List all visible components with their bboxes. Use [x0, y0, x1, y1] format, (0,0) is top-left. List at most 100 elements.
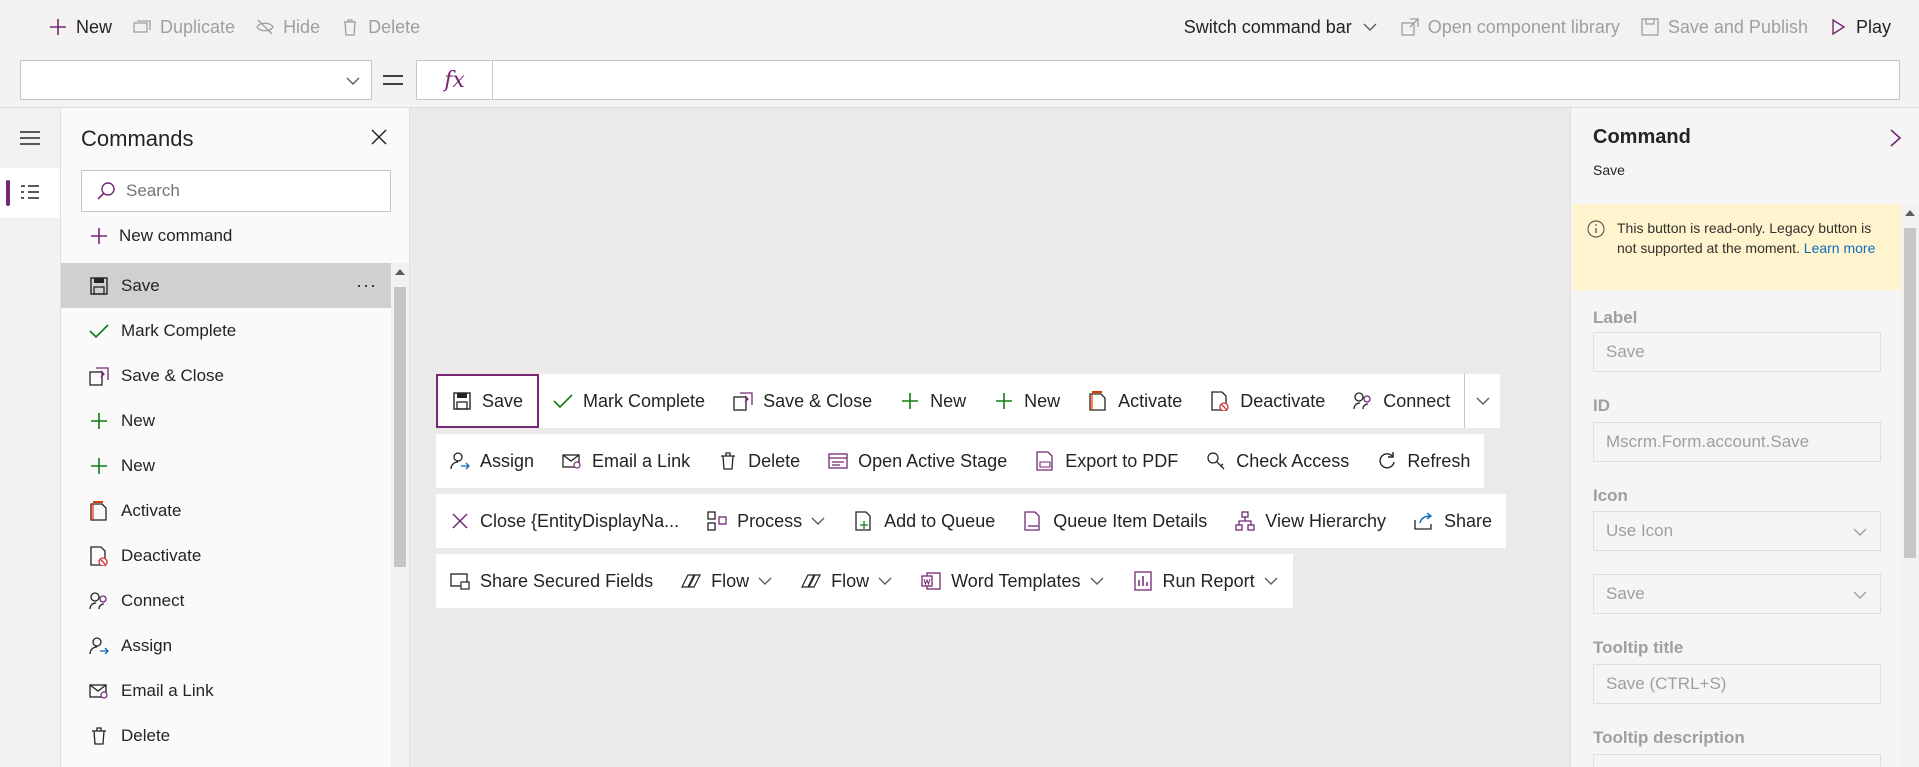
canvas-mark-complete-button[interactable]: Mark Complete: [539, 374, 719, 428]
canvas: Save Mark Complete Save & Close New New …: [410, 108, 1570, 767]
canvas-save-button[interactable]: Save: [436, 374, 540, 428]
list-item-connect[interactable]: Connect: [61, 578, 391, 623]
button-label: View Hierarchy: [1265, 510, 1387, 531]
more-options-icon[interactable]: ···: [356, 275, 377, 296]
checkmark-icon: [553, 391, 573, 411]
list-item-new[interactable]: New: [61, 398, 391, 443]
list-item-activate[interactable]: Activate: [61, 488, 391, 533]
canvas-flow-button[interactable]: Flow: [667, 554, 787, 608]
property-dropdown[interactable]: [20, 60, 372, 100]
canvas-check-access-button[interactable]: Check Access: [1192, 434, 1363, 488]
list-item-label: New: [121, 455, 156, 475]
canvas-assign-button[interactable]: Assign: [436, 434, 548, 488]
info-icon: [1587, 220, 1605, 238]
canvas-deactivate-button[interactable]: Deactivate: [1196, 374, 1339, 428]
canvas-queue-item-details-button[interactable]: Queue Item Details: [1009, 494, 1221, 548]
canvas-share-secured-fields-button[interactable]: Share Secured Fields: [436, 554, 667, 608]
canvas-open-active-stage-button[interactable]: Open Active Stage: [814, 434, 1021, 488]
canvas-add-to-queue-button[interactable]: Add to Queue: [840, 494, 1009, 548]
new-button[interactable]: New: [38, 0, 122, 54]
list-item-assign[interactable]: Assign: [61, 623, 391, 668]
hide-button[interactable]: Hide: [245, 0, 330, 54]
list-item-mark-complete[interactable]: Mark Complete: [61, 308, 391, 353]
canvas-process-button[interactable]: Process: [693, 494, 840, 548]
chevron-down-icon: [1263, 573, 1279, 589]
formula-bar: fx: [0, 54, 1919, 108]
scroll-up-icon[interactable]: [395, 269, 405, 275]
id-input-value: Mscrm.Form.account.Save: [1606, 432, 1810, 451]
panel-scrollbar[interactable]: [1901, 204, 1919, 767]
canvas-run-report-button[interactable]: Run Report: [1119, 554, 1293, 608]
hamburger-icon[interactable]: [20, 130, 40, 146]
learn-more-link[interactable]: Learn more: [1804, 240, 1876, 256]
scrollbar-thumb[interactable]: [1904, 228, 1916, 558]
new-command-label: New command: [119, 226, 233, 245]
save-icon: [452, 391, 472, 411]
plus-icon: [994, 391, 1014, 411]
fx-button[interactable]: fx: [417, 61, 493, 99]
canvas-new-button[interactable]: New: [886, 374, 980, 428]
assign-icon: [450, 451, 470, 471]
duplicate-button[interactable]: Duplicate: [122, 0, 245, 54]
label-input-value: Save: [1606, 342, 1645, 361]
share-icon: [1414, 511, 1434, 531]
close-icon[interactable]: [370, 128, 388, 146]
canvas-view-hierarchy-button[interactable]: View Hierarchy: [1221, 494, 1400, 548]
canvas-save-close-button[interactable]: Save & Close: [719, 374, 886, 428]
delete-button[interactable]: Delete: [330, 0, 430, 54]
add-queue-icon: [854, 511, 874, 531]
save-and-publish-label: Save and Publish: [1667, 16, 1808, 37]
chevron-right-icon[interactable]: [1889, 128, 1903, 148]
tooltip-title-label: Tooltip title: [1593, 638, 1684, 657]
canvas-delete-button[interactable]: Delete: [704, 434, 814, 488]
plus-icon: [89, 411, 109, 431]
activate-icon: [89, 500, 109, 521]
tree-view-tab[interactable]: [0, 168, 60, 218]
readonly-notice: This button is read-only. Legacy button …: [1573, 204, 1903, 290]
button-label: New: [930, 390, 967, 411]
chevron-down-icon: [1475, 393, 1491, 409]
scroll-up-icon[interactable]: [1905, 210, 1915, 216]
overflow-chevron-button[interactable]: [1464, 374, 1500, 428]
list-item-save[interactable]: Save ···: [61, 263, 391, 308]
list-item-delete[interactable]: Delete: [61, 713, 391, 758]
canvas-email-link-button[interactable]: Email a Link: [548, 434, 704, 488]
id-input: Mscrm.Form.account.Save: [1593, 422, 1881, 462]
search-input[interactable]: [126, 181, 366, 201]
list-item-label: Save & Close: [121, 365, 224, 385]
button-label: Close {EntityDisplayNa...: [480, 510, 680, 531]
stage-icon: [828, 451, 848, 471]
list-item-email-link[interactable]: Email a Link: [61, 668, 391, 713]
switch-command-bar-button[interactable]: Switch command bar: [1174, 0, 1390, 54]
list-item-deactivate[interactable]: Deactivate: [61, 533, 391, 578]
play-button[interactable]: Play: [1818, 0, 1901, 54]
chevron-down-icon: [810, 513, 826, 529]
canvas-export-pdf-button[interactable]: Export to PDF: [1021, 434, 1192, 488]
canvas-connect-button[interactable]: Connect: [1339, 374, 1464, 428]
save-close-icon: [89, 366, 109, 386]
canvas-word-templates-button[interactable]: Word Templates: [907, 554, 1118, 608]
assign-icon: [89, 636, 109, 656]
canvas-activate-button[interactable]: Activate: [1074, 374, 1196, 428]
open-component-library-button[interactable]: Open component library: [1390, 0, 1630, 54]
button-label: Connect: [1383, 390, 1451, 411]
list-item-save-close[interactable]: Save & Close: [61, 353, 391, 398]
list-item-label: Save: [121, 275, 160, 295]
canvas-refresh-button[interactable]: Refresh: [1363, 434, 1484, 488]
search-box[interactable]: [81, 170, 391, 212]
chevron-down-icon: [1360, 17, 1380, 37]
canvas-new-button[interactable]: New: [980, 374, 1074, 428]
save-and-publish-button[interactable]: Save and Publish: [1630, 0, 1818, 54]
open-component-library-label: Open component library: [1427, 16, 1620, 37]
canvas-close-entity-button[interactable]: Close {EntityDisplayNa...: [436, 494, 693, 548]
command-list-scrollbar[interactable]: [391, 263, 409, 767]
new-command-button[interactable]: New command: [89, 226, 232, 246]
formula-input[interactable]: fx: [416, 60, 1900, 100]
button-label: Check Access: [1236, 450, 1350, 471]
queue-details-icon: [1023, 511, 1043, 531]
canvas-share-button[interactable]: Share: [1400, 494, 1506, 548]
scrollbar-thumb[interactable]: [394, 287, 406, 567]
canvas-flow-button[interactable]: Flow: [787, 554, 907, 608]
icon-type-value: Use Icon: [1606, 521, 1674, 540]
list-item-new[interactable]: New: [61, 443, 391, 488]
